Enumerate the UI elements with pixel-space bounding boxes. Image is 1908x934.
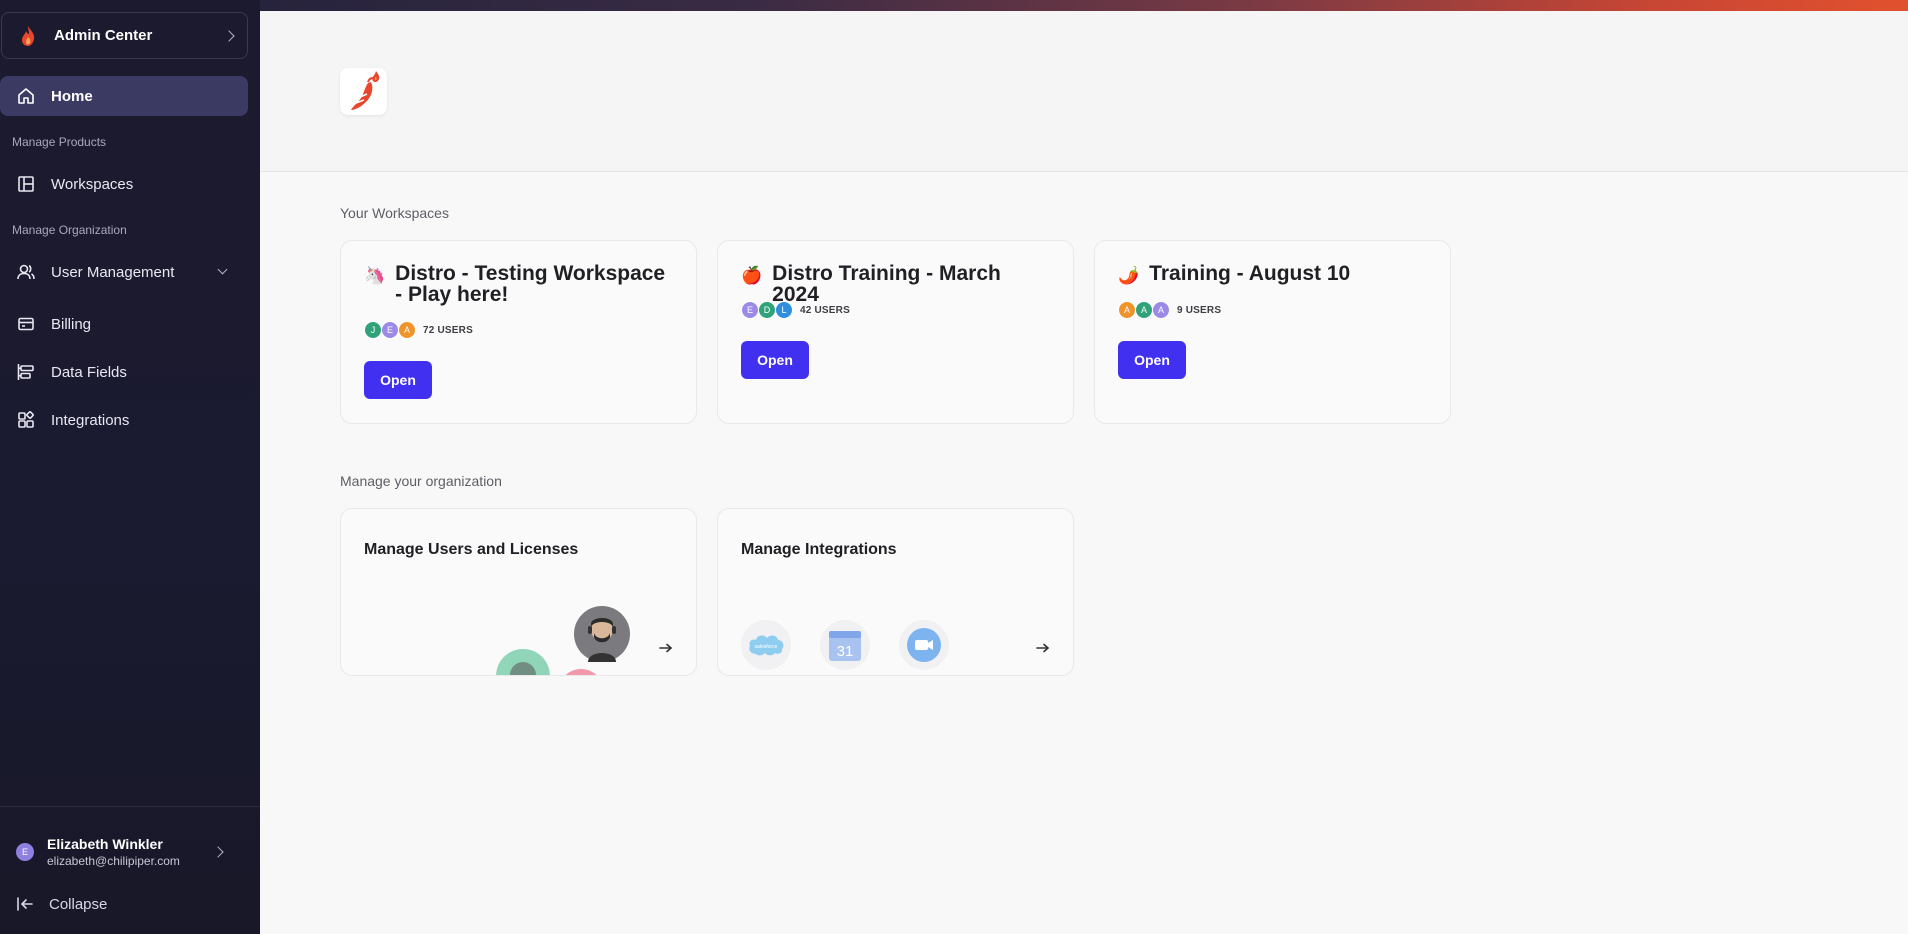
avatar: J bbox=[364, 321, 382, 339]
video-camera-icon bbox=[907, 628, 941, 662]
avatar: A bbox=[1135, 301, 1153, 319]
avatar: A bbox=[398, 321, 416, 339]
sidebar-divider bbox=[0, 806, 260, 807]
chevron-right-icon bbox=[223, 29, 235, 42]
nav-billing-label: Billing bbox=[51, 315, 92, 333]
arrow-right-icon bbox=[1036, 643, 1049, 653]
user-info: Elizabeth Winkler elizabeth@chilipiper.c… bbox=[47, 836, 214, 868]
manage-users-card[interactable]: Manage Users and Licenses bbox=[340, 508, 697, 676]
person-avatar-icon bbox=[588, 618, 616, 662]
chevron-down-icon[interactable] bbox=[217, 264, 228, 275]
workspace-emoji-icon: 🦄 bbox=[364, 266, 386, 285]
user-count: 9 USERS bbox=[1177, 304, 1222, 316]
nav-data-fields-label: Data Fields bbox=[51, 363, 127, 381]
person-avatar-icon bbox=[510, 662, 536, 675]
avatar: E bbox=[16, 843, 34, 861]
avatar: E bbox=[381, 321, 399, 339]
zoom-icon bbox=[899, 620, 949, 670]
layout-icon bbox=[18, 176, 34, 192]
avatar bbox=[558, 669, 604, 675]
avatar: L bbox=[775, 301, 793, 319]
workspace-card: 🍎 Distro Training - March 2024 E D L 42 … bbox=[717, 240, 1074, 424]
chevron-right-icon bbox=[212, 846, 224, 858]
main-content: Your Workspaces 🦄 Distro - Testing Works… bbox=[260, 0, 1908, 934]
user-count: 42 USERS bbox=[800, 304, 850, 316]
open-workspace-button[interactable]: Open bbox=[364, 361, 432, 399]
user-count: 72 USERS bbox=[423, 324, 473, 336]
nav-integrations[interactable]: Integrations bbox=[0, 400, 248, 440]
workspace-title: Training - August 10 bbox=[1149, 262, 1351, 285]
org-label: Admin Center bbox=[54, 27, 153, 44]
org-switcher[interactable]: Admin Center bbox=[1, 12, 248, 59]
workspace-avatars: E D L 42 USERS bbox=[741, 301, 850, 319]
salesforce-icon: salesforce bbox=[741, 620, 791, 670]
nav-workspaces-label: Workspaces bbox=[51, 175, 134, 193]
avatar: E bbox=[741, 301, 759, 319]
collapse-icon bbox=[17, 897, 33, 911]
workspace-title: Distro Training - March 2024 bbox=[772, 262, 1001, 306]
collapse-label: Collapse bbox=[49, 895, 108, 913]
section-manage-products: Manage Products bbox=[12, 135, 107, 149]
workspace-emoji-icon: 🍎 bbox=[741, 266, 763, 285]
users-icon bbox=[17, 264, 35, 280]
salesforce-text: salesforce bbox=[755, 644, 778, 650]
nav-home[interactable]: Home bbox=[0, 76, 248, 116]
section-manage-organization: Manage Organization bbox=[12, 223, 127, 237]
open-workspace-button[interactable]: Open bbox=[1118, 341, 1186, 379]
nav-user-management[interactable]: User Management bbox=[0, 252, 248, 292]
nav-integrations-label: Integrations bbox=[51, 411, 130, 429]
collapse-button[interactable]: Collapse bbox=[0, 884, 248, 924]
avatar bbox=[574, 606, 630, 662]
data-fields-icon bbox=[17, 364, 34, 380]
arrow-right-icon bbox=[659, 643, 672, 653]
user-name: Elizabeth Winkler bbox=[47, 836, 163, 852]
top-accent-bar bbox=[260, 0, 1908, 11]
credit-card-icon bbox=[18, 317, 34, 331]
nav-data-fields[interactable]: Data Fields bbox=[0, 352, 248, 392]
org-section-title: Manage your organization bbox=[340, 473, 502, 489]
chili-flame-icon bbox=[22, 25, 35, 46]
workspace-emoji-icon: 🌶️ bbox=[1118, 266, 1140, 285]
google-calendar-icon: 31 bbox=[820, 620, 870, 670]
header-area bbox=[260, 11, 1908, 172]
nav-user-management-label: User Management bbox=[51, 263, 175, 281]
avatar: A bbox=[1118, 301, 1136, 319]
salesforce-cloud-icon: salesforce bbox=[749, 635, 784, 656]
calendar-day: 31 bbox=[837, 643, 854, 660]
calendar-icon: 31 bbox=[829, 631, 861, 661]
nav-home-label: Home bbox=[51, 87, 93, 105]
workspaces-section-title: Your Workspaces bbox=[340, 205, 449, 221]
avatar bbox=[496, 649, 550, 675]
chili-piper-logo bbox=[340, 68, 387, 115]
workspace-avatars: J E A 72 USERS bbox=[364, 321, 473, 339]
workspace-card: 🦄 Distro - Testing Workspace - Play here… bbox=[340, 240, 697, 424]
workspace-title: Distro - Testing Workspace - Play here! bbox=[395, 262, 666, 306]
workspace-header: 🌶️ Training - August 10 bbox=[1118, 263, 1430, 287]
home-icon bbox=[18, 88, 34, 104]
manage-integrations-title: Manage Integrations bbox=[741, 541, 897, 558]
manage-users-title: Manage Users and Licenses bbox=[364, 541, 579, 558]
avatar: A bbox=[1152, 301, 1170, 319]
manage-integrations-card[interactable]: Manage Integrations salesforce 31 bbox=[717, 508, 1074, 676]
nav-workspaces[interactable]: Workspaces bbox=[0, 164, 248, 204]
workspace-card: 🌶️ Training - August 10 A A A 9 USERS Op… bbox=[1094, 240, 1451, 424]
workspace-header: 🦄 Distro - Testing Workspace - Play here… bbox=[364, 263, 676, 305]
open-workspace-button[interactable]: Open bbox=[741, 341, 809, 379]
chili-pepper-icon bbox=[350, 70, 379, 110]
avatar: D bbox=[758, 301, 776, 319]
integrations-icon bbox=[18, 411, 34, 428]
sidebar: Admin Center Home Manage Products Worksp… bbox=[0, 0, 260, 934]
workspace-header: 🍎 Distro Training - March 2024 bbox=[741, 263, 1053, 305]
nav-billing[interactable]: Billing bbox=[0, 304, 248, 344]
user-email: elizabeth@chilipiper.com bbox=[47, 854, 180, 868]
user-profile-row[interactable]: E Elizabeth Winkler elizabeth@chilipiper… bbox=[0, 830, 248, 874]
workspace-avatars: A A A 9 USERS bbox=[1118, 301, 1221, 319]
